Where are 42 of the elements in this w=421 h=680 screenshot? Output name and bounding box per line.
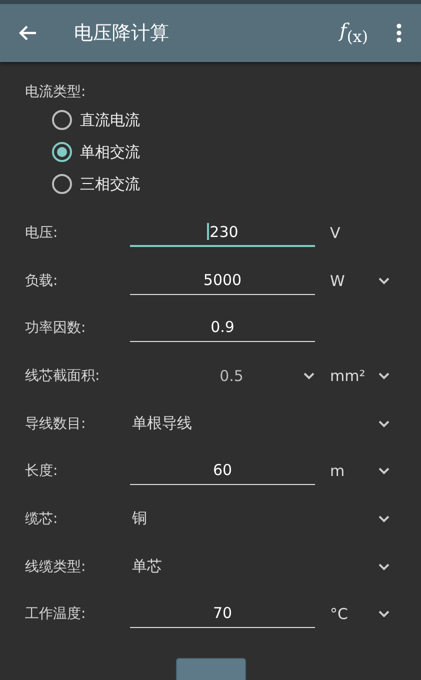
dropdown-value[interactable]: 铜 — [132, 509, 147, 528]
radio-button[interactable] — [52, 174, 72, 194]
field-label: 线缆类型: — [25, 558, 87, 576]
chevron-down-icon[interactable] — [378, 420, 390, 428]
screen-title: 电压降计算 — [74, 21, 170, 46]
chevron-down-icon[interactable] — [378, 562, 390, 571]
input-field[interactable]: 70 — [130, 600, 315, 628]
field-label: 缆芯: — [25, 510, 59, 528]
chevron-down-icon[interactable] — [378, 514, 390, 523]
field-label: 线芯截面积: — [25, 366, 101, 385]
dropdown-value[interactable]: 0.5 — [130, 366, 303, 385]
field-label: 工作温度: — [25, 605, 87, 624]
dropdown-value[interactable]: 单根导线 — [132, 414, 192, 434]
chevron-down-icon[interactable] — [378, 276, 390, 285]
field-label: 功率因数: — [25, 319, 87, 338]
chevron-down-icon[interactable] — [303, 372, 315, 380]
chevron-down-icon[interactable] — [378, 610, 390, 618]
input-field[interactable]: 5000 — [130, 266, 315, 295]
input-field[interactable]: 60 — [130, 457, 315, 486]
radio-label[interactable]: 直流电流 — [80, 110, 140, 130]
unit-value[interactable]: °C — [330, 605, 348, 624]
unit-label: V — [330, 224, 340, 242]
current-type-label: 电流类型: — [25, 83, 87, 102]
radio-button[interactable] — [52, 142, 72, 162]
chevron-down-icon[interactable] — [378, 467, 390, 476]
unit-value[interactable]: mm² — [330, 366, 366, 385]
field-label: 长度: — [25, 462, 59, 480]
unit-value[interactable]: m — [330, 462, 345, 480]
field-label: 负载: — [25, 272, 59, 290]
back-arrow-icon[interactable] — [18, 23, 38, 43]
more-options-icon[interactable] — [396, 23, 402, 43]
input-field[interactable]: 230 — [130, 218, 315, 247]
radio-label[interactable]: 三相交流 — [80, 174, 140, 194]
unit-value[interactable]: W — [330, 272, 345, 290]
formula-button[interactable]: f$_{(x)}$ — [340, 20, 368, 46]
field-label: 电压: — [25, 224, 59, 242]
radio-button[interactable] — [52, 110, 72, 130]
dropdown-value[interactable]: 单芯 — [132, 557, 162, 576]
radio-label[interactable]: 单相交流 — [80, 142, 140, 162]
chevron-down-icon[interactable] — [378, 372, 390, 380]
input-field[interactable]: 0.9 — [130, 314, 315, 342]
field-label: 导线数目: — [25, 414, 87, 433]
